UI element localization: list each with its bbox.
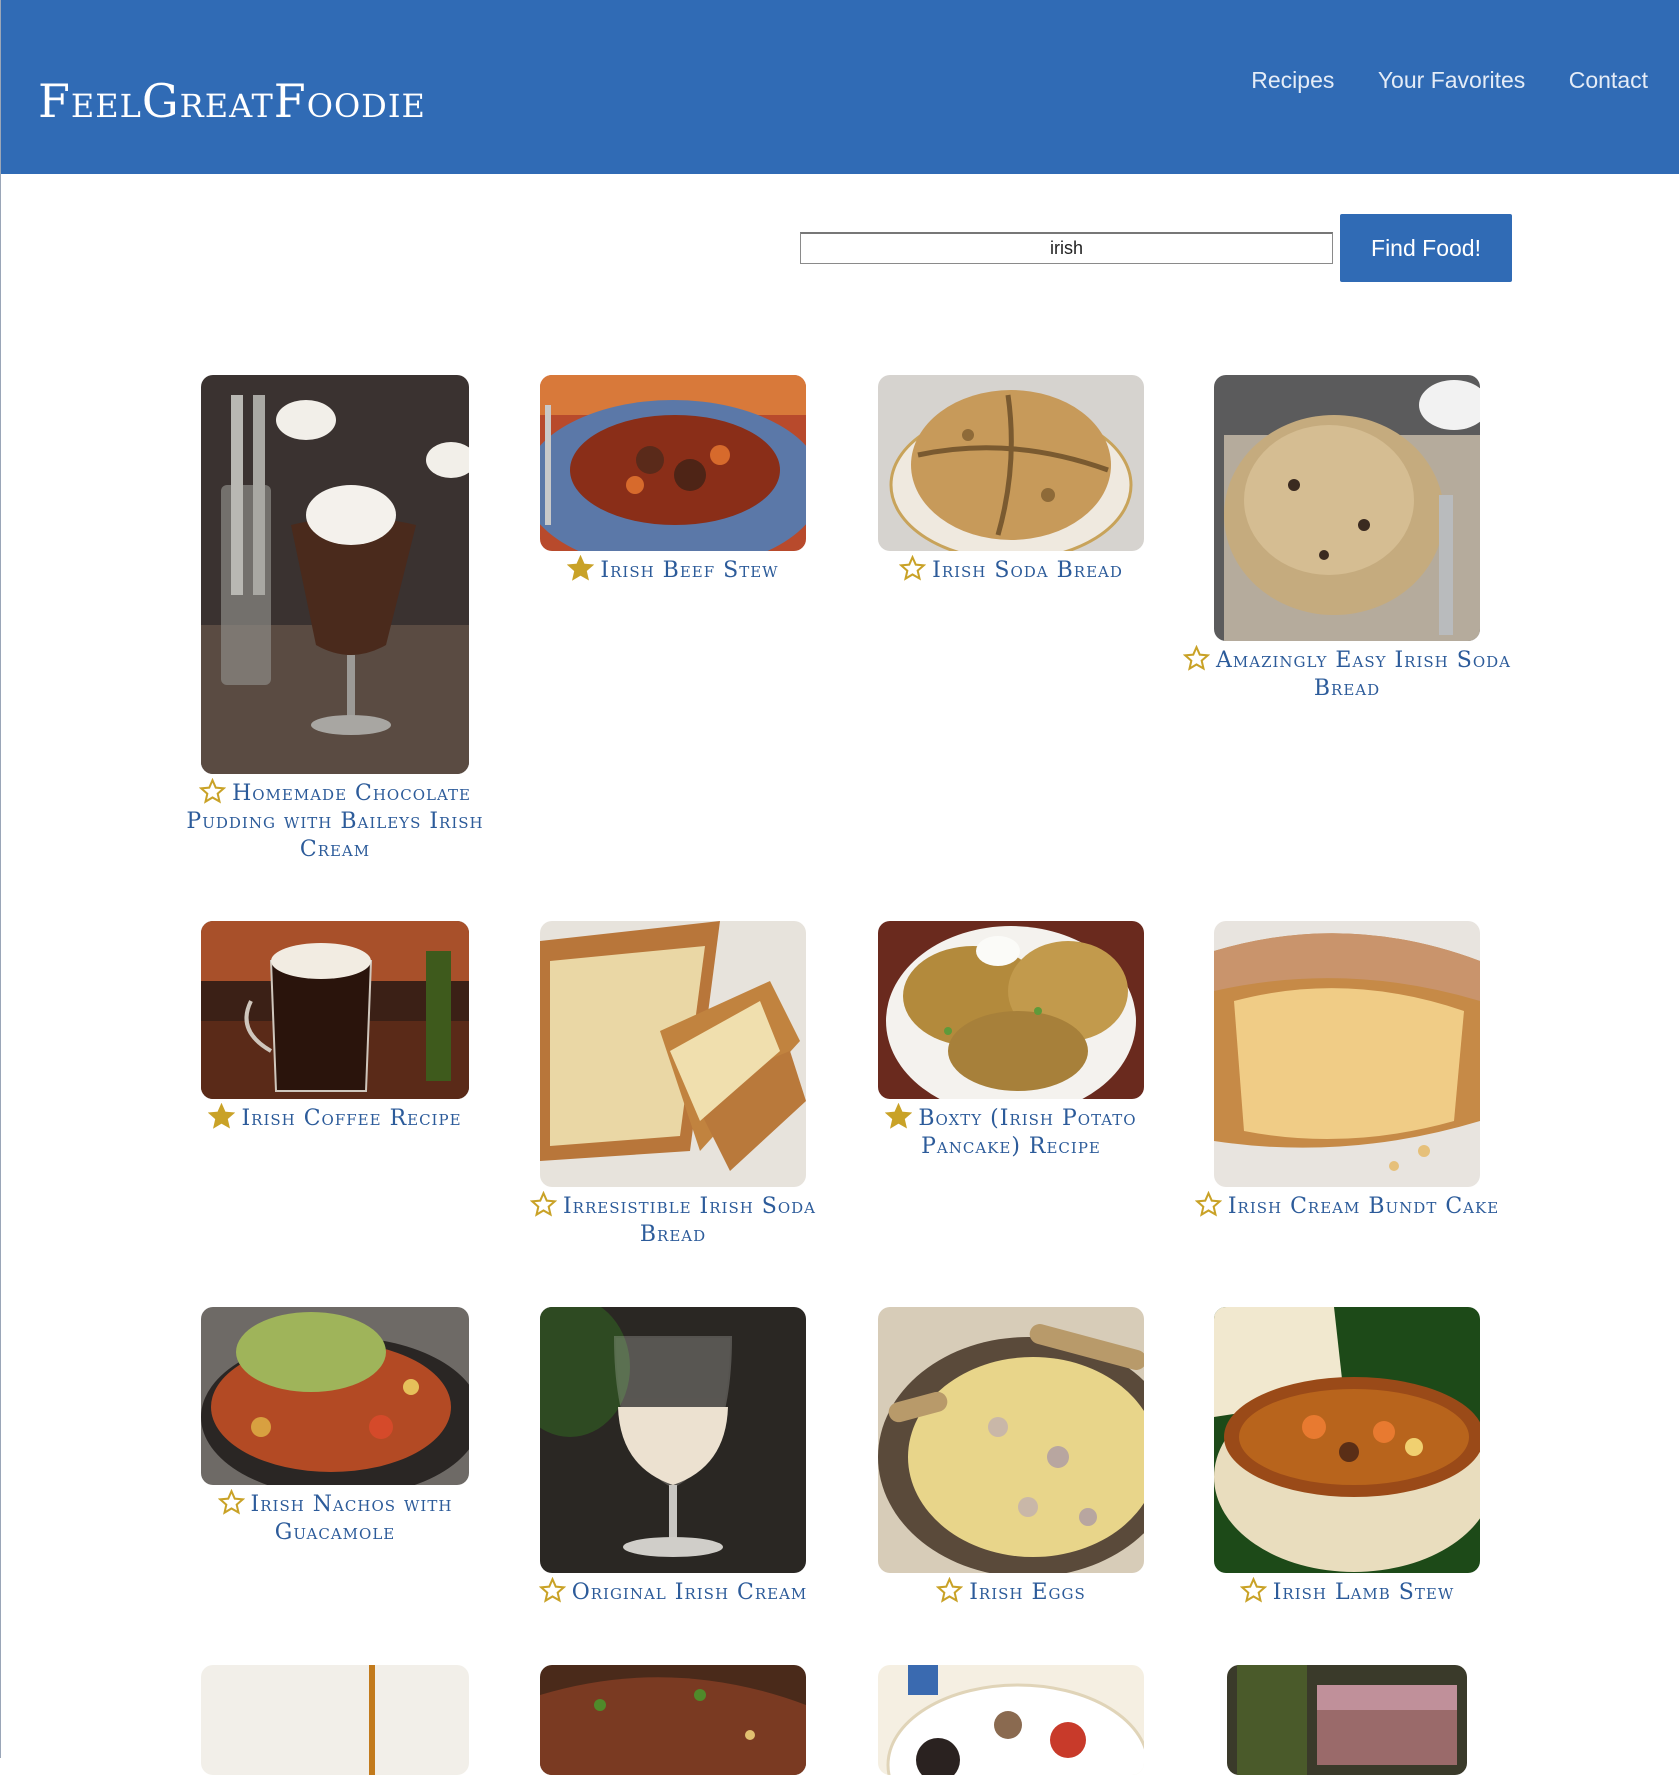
steak-photo[interactable]	[540, 1665, 806, 1775]
recipe-title[interactable]: Homemade Chocolate Pudding with Baileys …	[170, 778, 500, 864]
star-filled-icon[interactable]	[208, 1103, 236, 1130]
nav-favorites[interactable]: Your Favorites	[1378, 67, 1525, 93]
chocolate-pudding-photo[interactable]	[201, 375, 469, 774]
breakfast-plate-photo[interactable]	[878, 1665, 1144, 1775]
recipe-card[interactable]: Irresistible Irish Soda Bread	[508, 921, 838, 1249]
recipe-title[interactable]: Irish Cream Bundt Cake	[1182, 1191, 1512, 1221]
star-outline-icon[interactable]	[217, 1489, 245, 1516]
recipe-title[interactable]: Irish Eggs	[846, 1577, 1176, 1607]
recipe-card[interactable]: Irish Lamb Stew	[1182, 1307, 1512, 1607]
star-filled-icon[interactable]	[567, 555, 595, 582]
potato-pancake-photo[interactable]	[878, 921, 1144, 1099]
recipe-card[interactable]: Irish Coffee Recipe	[170, 921, 500, 1133]
recipe-title[interactable]: Irish Beef Stew	[508, 555, 838, 585]
star-outline-icon[interactable]	[1239, 1577, 1267, 1604]
recipe-card[interactable]	[170, 1665, 500, 1775]
pouring-photo[interactable]	[201, 1665, 469, 1775]
recipe-card[interactable]: Irish Soda Bread	[846, 375, 1176, 585]
nav-recipes[interactable]: Recipes	[1251, 67, 1334, 93]
recipe-card[interactable]: Irish Beef Stew	[508, 375, 838, 585]
recipe-card[interactable]: Original Irish Cream	[508, 1307, 838, 1607]
star-outline-icon[interactable]	[1183, 645, 1210, 672]
recipe-card[interactable]	[508, 1665, 838, 1775]
recipe-title[interactable]: Boxty (Irish Potato Pancake) Recipe	[846, 1103, 1176, 1161]
recipe-title[interactable]: Irish Coffee Recipe	[170, 1103, 500, 1133]
main-nav: Recipes Your Favorites Contact	[1212, 67, 1648, 94]
site-header: FeelGreatFoodie Recipes Your Favorites C…	[0, 0, 1679, 174]
lamb-stew-photo[interactable]	[1214, 1307, 1480, 1573]
recipe-card[interactable]	[846, 1665, 1176, 1775]
recipe-card[interactable]: Irish Nachos with Guacamole	[170, 1307, 500, 1547]
bundt-cake-photo[interactable]	[1214, 921, 1480, 1187]
star-outline-icon[interactable]	[899, 555, 927, 582]
find-food-button[interactable]: Find Food!	[1340, 214, 1512, 282]
star-filled-icon[interactable]	[885, 1103, 913, 1130]
baileys-bars-photo[interactable]	[1227, 1665, 1467, 1775]
brand-logo[interactable]: FeelGreatFoodie	[38, 74, 426, 128]
star-outline-icon[interactable]	[538, 1577, 566, 1604]
irish-cream-glass-photo[interactable]	[540, 1307, 806, 1573]
recipe-card[interactable]: Amazingly Easy Irish Soda Bread	[1182, 375, 1512, 703]
recipe-title[interactable]: Amazingly Easy Irish Soda Bread	[1182, 645, 1512, 703]
recipe-card[interactable]: Irish Cream Bundt Cake	[1182, 921, 1512, 1221]
recipe-title[interactable]: Irish Lamb Stew	[1182, 1577, 1512, 1607]
irish-coffee-photo[interactable]	[201, 921, 469, 1099]
star-outline-icon[interactable]	[1194, 1191, 1222, 1218]
star-outline-icon[interactable]	[199, 778, 227, 805]
recipe-card[interactable]: Irish Eggs	[846, 1307, 1176, 1607]
recipe-card[interactable]: Boxty (Irish Potato Pancake) Recipe	[846, 921, 1176, 1161]
easy-soda-bread-photo[interactable]	[1214, 375, 1480, 641]
irish-eggs-photo[interactable]	[878, 1307, 1144, 1573]
star-outline-icon[interactable]	[529, 1191, 557, 1218]
star-outline-icon[interactable]	[936, 1577, 964, 1604]
search-input[interactable]	[800, 232, 1333, 264]
soda-bread-photo[interactable]	[878, 375, 1144, 551]
beef-stew-photo[interactable]	[540, 375, 806, 551]
recipe-card[interactable]: Homemade Chocolate Pudding with Baileys …	[170, 375, 500, 864]
nachos-photo[interactable]	[201, 1307, 469, 1485]
recipe-title[interactable]: Irish Nachos with Guacamole	[170, 1489, 500, 1547]
recipe-title[interactable]: Irresistible Irish Soda Bread	[508, 1191, 838, 1249]
nav-contact[interactable]: Contact	[1569, 67, 1648, 93]
sliced-bread-photo[interactable]	[540, 921, 806, 1187]
recipe-title[interactable]: Original Irish Cream	[508, 1577, 838, 1607]
recipe-card[interactable]	[1182, 1665, 1512, 1775]
recipe-title[interactable]: Irish Soda Bread	[846, 555, 1176, 585]
